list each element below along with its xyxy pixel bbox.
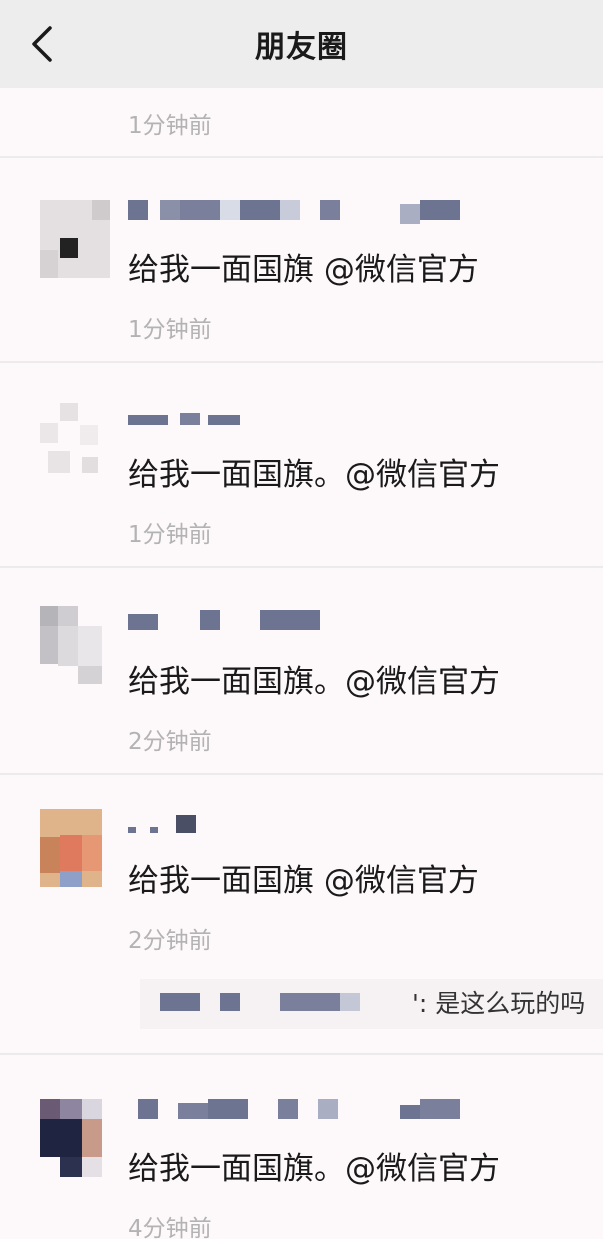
username-blurred[interactable] [128, 610, 468, 634]
avatar[interactable] [40, 200, 110, 278]
post-content: 给我一面国旗 @微信官方 [128, 863, 479, 899]
username-blurred[interactable] [128, 815, 468, 839]
post-content: 给我一面国旗。@微信官方 [128, 664, 500, 700]
avatar[interactable] [40, 1099, 110, 1177]
username-blurred[interactable] [128, 200, 468, 224]
post-time: 4分钟前 [128, 1216, 212, 1239]
post-time: 1分钟前 [128, 113, 212, 139]
comment-box[interactable]: ': 是这么玩的吗 [140, 979, 603, 1029]
post-time: 2分钟前 [128, 729, 212, 755]
username-blurred[interactable] [128, 405, 468, 429]
post-content: 给我一面国旗。@微信官方 [128, 1151, 500, 1187]
post-time: 2分钟前 [128, 928, 212, 954]
post-content: 给我一面国旗。@微信官方 [128, 457, 500, 493]
comment-text: ': 是这么玩的吗 [412, 989, 586, 1018]
post-item[interactable]: 给我一面国旗 @微信官方 2分钟前 ': 是这么玩的吗 [0, 775, 603, 1055]
page-title: 朋友圈 [255, 30, 348, 65]
post-item[interactable]: 给我一面国旗。@微信官方 2分钟前 [0, 568, 603, 775]
post-item[interactable]: 给我一面国旗。@微信官方 4分钟前 [0, 1055, 603, 1239]
post-time: 1分钟前 [128, 522, 212, 548]
username-blurred[interactable] [128, 1099, 468, 1123]
avatar[interactable] [40, 606, 110, 684]
post-item[interactable]: 给我一面国旗 @微信官方 1分钟前 [0, 158, 603, 363]
post-content: 给我一面国旗 @微信官方 [128, 252, 479, 288]
avatar[interactable] [40, 809, 110, 887]
nav-bar: 朋友圈 [0, 0, 603, 88]
avatar[interactable] [40, 403, 110, 481]
post-time: 1分钟前 [128, 317, 212, 343]
moments-feed[interactable]: 1分钟前 给我一面国旗 @微信官方 1分钟前 给我一面国旗。@微信官方 1分钟前… [0, 88, 603, 1239]
post-item[interactable]: 给我一面国旗。@微信官方 1分钟前 [0, 363, 603, 568]
